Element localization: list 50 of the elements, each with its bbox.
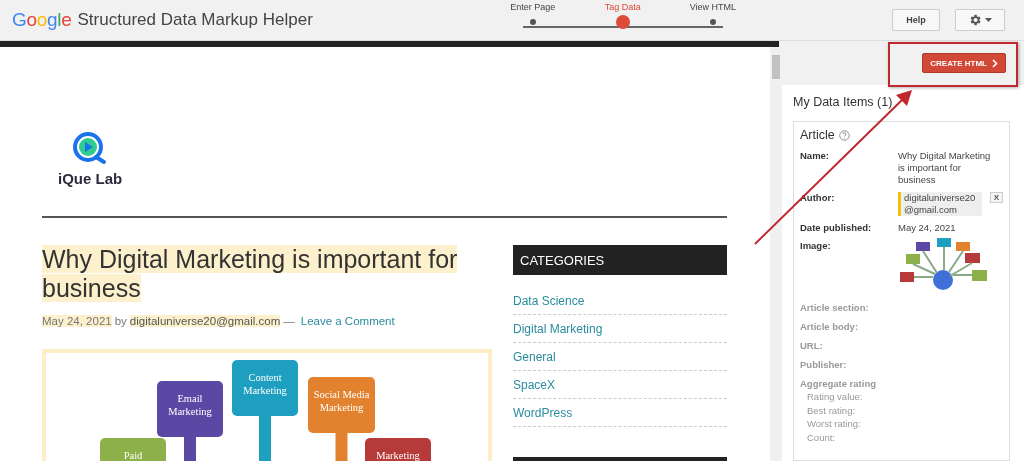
field-label: Article body:: [800, 321, 860, 333]
field-label: Worst rating:: [807, 418, 861, 429]
field-label: Image:: [800, 240, 832, 253]
field-label: Count:: [807, 431, 835, 443]
create-html-button[interactable]: CREATE HTML: [922, 53, 1006, 73]
category-link[interactable]: WordPress: [513, 405, 573, 420]
field-label: Best rating:: [807, 404, 856, 416]
step-dot: [709, 19, 716, 25]
step-label[interactable]: View HTML: [689, 2, 736, 12]
category-link[interactable]: Data Science: [513, 293, 585, 308]
panel-title: My Data Items (1): [793, 95, 894, 109]
app-title: Structured Data Markup Helper: [77, 10, 313, 30]
field-value: Why Digital Marketing is important for business: [898, 150, 992, 186]
field-label: Publisher:: [800, 359, 848, 371]
site-name[interactable]: iQue Lab: [58, 170, 123, 187]
help-button[interactable]: Help: [892, 9, 940, 31]
scrollbar[interactable]: [770, 41, 779, 461]
category-link[interactable]: General: [513, 349, 556, 364]
field-value: May 24, 2021: [898, 222, 957, 234]
google-logo: Google: [12, 9, 72, 31]
step-label[interactable]: Tag Data: [604, 2, 641, 12]
category-link[interactable]: Digital Marketing: [513, 321, 603, 336]
help-icon[interactable]: [838, 129, 850, 141]
step-label[interactable]: Enter Page: [510, 2, 556, 12]
field-label: Name:: [800, 150, 831, 163]
post-title: Why Digital Marketing is important for business: [42, 245, 459, 303]
field-label: URL:: [800, 340, 824, 352]
settings-button[interactable]: [955, 9, 1005, 31]
categories-heading: CATEGORIES: [513, 245, 727, 275]
diagram-node: Marketing: [365, 438, 431, 461]
field-label: Aggregate rating: [800, 378, 876, 390]
by-text: by: [114, 315, 127, 327]
remove-button[interactable]: X: [989, 192, 1003, 203]
caret-icon: [985, 18, 992, 22]
field-label: Rating value:: [807, 391, 863, 402]
post-date: May 24, 2021: [42, 315, 112, 327]
field-value[interactable]: digitaluniverse20@gmail.com: [898, 192, 982, 216]
chevron-icon: [992, 58, 998, 68]
magnifier-play-icon: [72, 131, 108, 167]
settings-icon: [968, 13, 982, 27]
field-label: Article section:: [800, 302, 870, 314]
post-author[interactable]: digitaluniverse20@gmail.com: [129, 315, 281, 327]
step-dot: [529, 19, 536, 25]
item-type: Article: [800, 128, 835, 142]
step-dot: [615, 15, 630, 29]
field-label: Date published:: [800, 222, 873, 234]
category-link[interactable]: SpaceX: [513, 377, 556, 392]
diagram-node: Paid: [100, 438, 166, 461]
comment-link[interactable]: Leave a Comment: [300, 315, 395, 327]
separator-dash: —: [283, 315, 295, 327]
